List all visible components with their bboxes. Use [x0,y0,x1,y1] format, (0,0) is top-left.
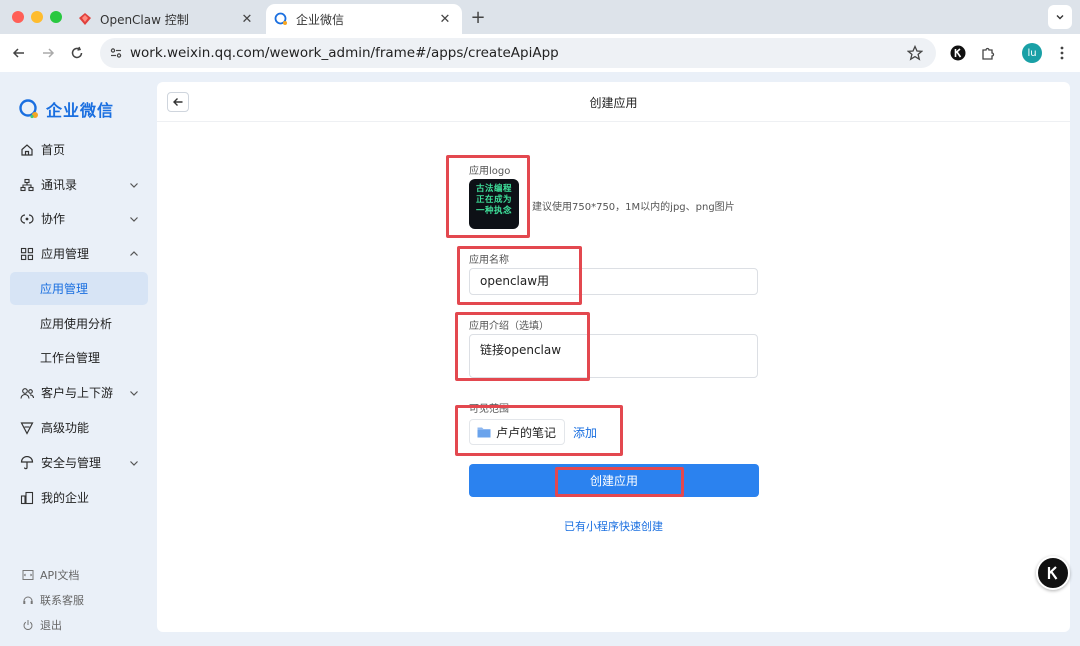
browser-toolbar: work.weixin.qq.com/wework_admin/frame#/a… [0,34,1080,72]
sidebar-item-label: 高级功能 [41,421,90,435]
bookmark-star-icon[interactable] [906,44,924,62]
apps-grid-icon [19,246,35,262]
footer-item-label: 联系客服 [40,594,84,607]
reload-icon[interactable] [66,42,88,64]
window-zoom-button[interactable] [50,11,62,23]
sidebar-item-label: 通讯录 [41,178,78,192]
page-footer-strip [157,634,1070,646]
page-title: 创建应用 [589,96,638,110]
browser-tab-bar: OpenClaw 控制 ✕ 企业微信 ✕ + [0,0,1080,34]
chevron-down-icon [128,179,140,191]
tab-wework[interactable]: 企业微信 ✕ [266,4,462,34]
sidebar-item-label: 应用管理 [41,247,90,261]
tab-close-icon[interactable]: ✕ [436,10,454,28]
tab-title: 企业微信 [296,12,345,27]
sidebar-item-label: 协作 [41,212,66,226]
highlight-box-create-button [555,467,684,497]
customers-icon [19,385,35,401]
footer-api-docs[interactable]: API文档 [22,566,79,584]
extensions-puzzle-icon[interactable] [978,43,998,63]
footer-logout[interactable]: 退出 [22,616,62,634]
brand-logo[interactable]: 企业微信 [18,96,114,122]
chevron-down-icon [128,457,140,469]
new-tab-icon[interactable]: + [468,7,488,28]
sidebar-item-label: 应用管理 [40,282,89,296]
sidebar-subitem-workbench-management[interactable]: 工作台管理 [10,341,148,374]
sidebar-subitem-app-usage-analysis[interactable]: 应用使用分析 [10,307,148,340]
wework-favicon-icon [274,12,288,26]
k-logo-icon [1047,566,1058,580]
tab-search-chevron-icon[interactable] [1048,5,1072,29]
profile-avatar[interactable]: lu [1022,43,1042,63]
browser-menu-icon[interactable] [1052,43,1072,63]
card-header: 创建应用 [157,82,1070,122]
sidebar-item-label: 首页 [41,143,66,157]
sidebar-item-security[interactable]: 安全与管理 [10,446,148,479]
sidebar-item-label: 客户与上下游 [41,386,114,400]
admin-page: 企业微信 首页 通讯录 协作 应用管理 应用管理 应用使用分析 工作台管理 客户… [0,72,1080,646]
chevron-up-icon [128,248,140,260]
forward-arrow-icon[interactable] [37,42,59,64]
api-doc-icon [22,569,34,581]
window-close-button[interactable] [12,11,24,23]
tab-title: OpenClaw 控制 [100,12,189,27]
chevron-down-icon [128,213,140,225]
sidebar-item-label: 应用使用分析 [40,317,113,331]
tab-openclaw[interactable]: OpenClaw 控制 ✕ [72,4,264,34]
sidebar-item-label: 工作台管理 [40,351,101,365]
footer-item-label: API文档 [40,569,80,582]
wework-logo-icon [19,99,38,119]
highlight-box-name [457,246,582,305]
highlight-box-logo [446,155,530,238]
sidebar-item-contacts[interactable]: 通讯录 [10,168,148,201]
highlight-box-visible-scope [455,405,623,456]
mini-program-quick-create-link[interactable]: 已有小程序快速创建 [157,518,1070,534]
sidebar-item-label: 我的企业 [41,491,90,505]
advanced-icon [19,420,35,436]
sidebar-item-collaboration[interactable]: 协作 [10,202,148,235]
power-icon [22,619,34,631]
sidebar-item-app-management[interactable]: 应用管理 [10,237,148,270]
security-icon [19,455,35,471]
enterprise-icon [19,490,35,506]
openclaw-favicon-icon [78,12,92,26]
sidebar-subitem-app-management[interactable]: 应用管理 [10,272,148,305]
window-minimize-button[interactable] [31,11,43,23]
k-extension-icon[interactable] [948,43,968,63]
sidebar-item-advanced[interactable]: 高级功能 [10,411,148,444]
sidebar-item-my-enterprise[interactable]: 我的企业 [10,481,148,514]
tab-close-icon[interactable]: ✕ [238,10,256,28]
sidebar-item-home[interactable]: 首页 [10,133,148,166]
site-settings-icon[interactable] [108,45,124,61]
highlight-box-description [455,312,590,381]
create-app-card: 创建应用 应用logo 古法编程 正在成为 一种执念 建议使用750*750，1… [157,82,1070,632]
url-text[interactable]: work.weixin.qq.com/wework_admin/frame#/a… [130,45,559,61]
floating-k-assistant-button[interactable] [1036,556,1070,590]
chevron-down-icon [128,387,140,399]
collaboration-icon [19,211,35,227]
footer-contact-support[interactable]: 联系客服 [22,591,84,609]
logo-hint: 建议使用750*750，1M以内的jpg、png图片 [532,202,735,213]
brand-name: 企业微信 [46,101,115,120]
sidebar-item-customers[interactable]: 客户与上下游 [10,376,148,409]
address-bar[interactable]: work.weixin.qq.com/wework_admin/frame#/a… [100,38,936,68]
org-chart-icon [19,177,35,193]
sidebar: 企业微信 首页 通讯录 协作 应用管理 应用管理 应用使用分析 工作台管理 客户… [0,72,157,646]
back-arrow-icon[interactable] [8,42,30,64]
footer-item-label: 退出 [40,619,62,632]
home-icon [19,142,35,158]
headset-icon [22,594,34,606]
sidebar-item-label: 安全与管理 [41,456,102,470]
